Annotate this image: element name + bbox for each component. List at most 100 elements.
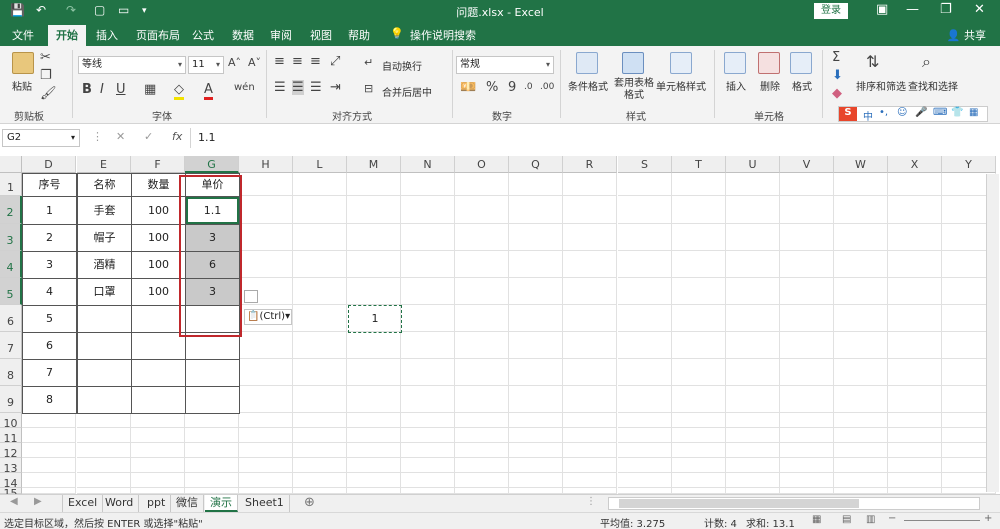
cell[interactable] — [834, 458, 888, 473]
column-header-v[interactable]: V — [780, 156, 834, 173]
quick-analysis-icon[interactable] — [244, 290, 258, 303]
cell[interactable] — [834, 305, 888, 332]
cell[interactable] — [672, 305, 726, 332]
cell[interactable] — [293, 224, 347, 251]
cell[interactable] — [618, 386, 672, 413]
increase-font-icon[interactable]: A˄ — [228, 56, 241, 69]
table-cell[interactable] — [131, 332, 186, 360]
cell[interactable] — [726, 359, 780, 386]
indent-icon[interactable]: ⇥ — [330, 80, 341, 95]
italic-button[interactable]: I — [100, 82, 104, 97]
cell[interactable] — [185, 428, 239, 443]
cell[interactable] — [563, 196, 617, 224]
cell[interactable] — [401, 196, 455, 224]
cell[interactable] — [618, 443, 672, 458]
fill-icon[interactable]: ⬇ — [832, 68, 843, 83]
tab-insert[interactable]: 插入 — [96, 27, 118, 43]
cell[interactable] — [77, 473, 131, 488]
table-cell[interactable]: 手套 — [77, 196, 132, 225]
cell[interactable] — [618, 224, 672, 251]
table-header-cell[interactable]: 名称 — [77, 173, 132, 197]
cell[interactable] — [834, 386, 888, 413]
skin-icon[interactable]: 👕 — [951, 107, 963, 118]
delete-cells-button[interactable]: 删除 — [760, 78, 780, 93]
cell[interactable] — [455, 251, 509, 278]
cell[interactable] — [726, 473, 780, 488]
cell[interactable] — [888, 386, 942, 413]
cell[interactable] — [293, 428, 347, 443]
column-header-g[interactable]: G — [185, 156, 239, 173]
cell[interactable] — [563, 413, 617, 428]
cell[interactable] — [509, 359, 563, 386]
table-cell[interactable]: 100 — [131, 196, 186, 225]
table-cell[interactable]: 100 — [131, 251, 186, 279]
cell[interactable] — [834, 196, 888, 224]
cell[interactable] — [509, 251, 563, 278]
cell[interactable] — [563, 458, 617, 473]
paste-options-button[interactable]: 📋(Ctrl)▾ — [244, 309, 292, 325]
sheet-tab-ppt[interactable]: ppt — [142, 495, 172, 512]
cell[interactable] — [293, 173, 347, 196]
vertical-scrollbar[interactable] — [986, 174, 999, 492]
align-center-icon[interactable]: ☰ — [292, 80, 304, 95]
cell[interactable] — [455, 443, 509, 458]
cell[interactable] — [22, 413, 76, 428]
column-header-x[interactable]: X — [888, 156, 942, 173]
cell[interactable] — [780, 473, 834, 488]
punctuation-icon[interactable]: •, — [879, 107, 888, 118]
cell[interactable] — [401, 458, 455, 473]
cell[interactable] — [509, 278, 563, 305]
cell[interactable] — [672, 473, 726, 488]
cell[interactable] — [509, 305, 563, 332]
cell[interactable] — [780, 224, 834, 251]
cell[interactable] — [401, 386, 455, 413]
horizontal-scrollbar[interactable] — [608, 497, 980, 510]
cell[interactable] — [618, 251, 672, 278]
cell[interactable] — [347, 359, 401, 386]
cell[interactable] — [239, 173, 293, 196]
align-bottom-icon[interactable]: ≡ — [310, 54, 321, 69]
cell[interactable] — [672, 443, 726, 458]
column-header-m[interactable]: M — [347, 156, 401, 173]
table-cell[interactable]: 4 — [22, 278, 77, 306]
tab-file[interactable]: 文件 — [12, 27, 34, 43]
cell[interactable] — [672, 332, 726, 359]
cell[interactable] — [726, 413, 780, 428]
cell[interactable] — [455, 173, 509, 196]
cell[interactable] — [293, 251, 347, 278]
voice-icon[interactable]: 🎤 — [915, 107, 927, 118]
cell[interactable] — [834, 473, 888, 488]
cell[interactable] — [563, 359, 617, 386]
minimize-button[interactable]: — — [906, 2, 919, 17]
cell[interactable] — [888, 428, 942, 443]
column-header-q[interactable]: Q — [509, 156, 563, 173]
cell[interactable] — [347, 413, 401, 428]
table-cell[interactable] — [131, 386, 186, 414]
autosum-icon[interactable]: Σ — [832, 50, 840, 65]
table-cell[interactable]: 100 — [131, 278, 186, 306]
merge-center-button[interactable]: 合并后居中 — [382, 84, 432, 99]
name-box[interactable]: G2 ▾ — [2, 129, 80, 147]
cell[interactable] — [888, 173, 942, 196]
column-header-n[interactable]: N — [401, 156, 455, 173]
row-header-9[interactable]: 9 — [0, 386, 22, 413]
cell[interactable] — [22, 443, 76, 458]
zoom-slider[interactable] — [904, 520, 980, 521]
worksheet-grid[interactable]: D E F G H L M N O Q R S T U V W X Y 1 2 3 4 5 6 7 8 9 10 11 12 13 14 15 序… — [0, 152, 1000, 494]
cell[interactable] — [185, 473, 239, 488]
cell[interactable] — [77, 458, 131, 473]
cell[interactable] — [834, 359, 888, 386]
cell[interactable] — [780, 278, 834, 305]
cell[interactable] — [293, 386, 347, 413]
cell[interactable] — [726, 428, 780, 443]
cell[interactable] — [401, 413, 455, 428]
cell[interactable] — [780, 173, 834, 196]
cut-icon[interactable]: ✂ — [40, 50, 51, 65]
cell[interactable] — [239, 458, 293, 473]
cell[interactable] — [509, 473, 563, 488]
cell[interactable] — [672, 251, 726, 278]
cell[interactable] — [509, 458, 563, 473]
cell[interactable] — [77, 413, 131, 428]
cell[interactable] — [563, 251, 617, 278]
cell[interactable] — [563, 428, 617, 443]
